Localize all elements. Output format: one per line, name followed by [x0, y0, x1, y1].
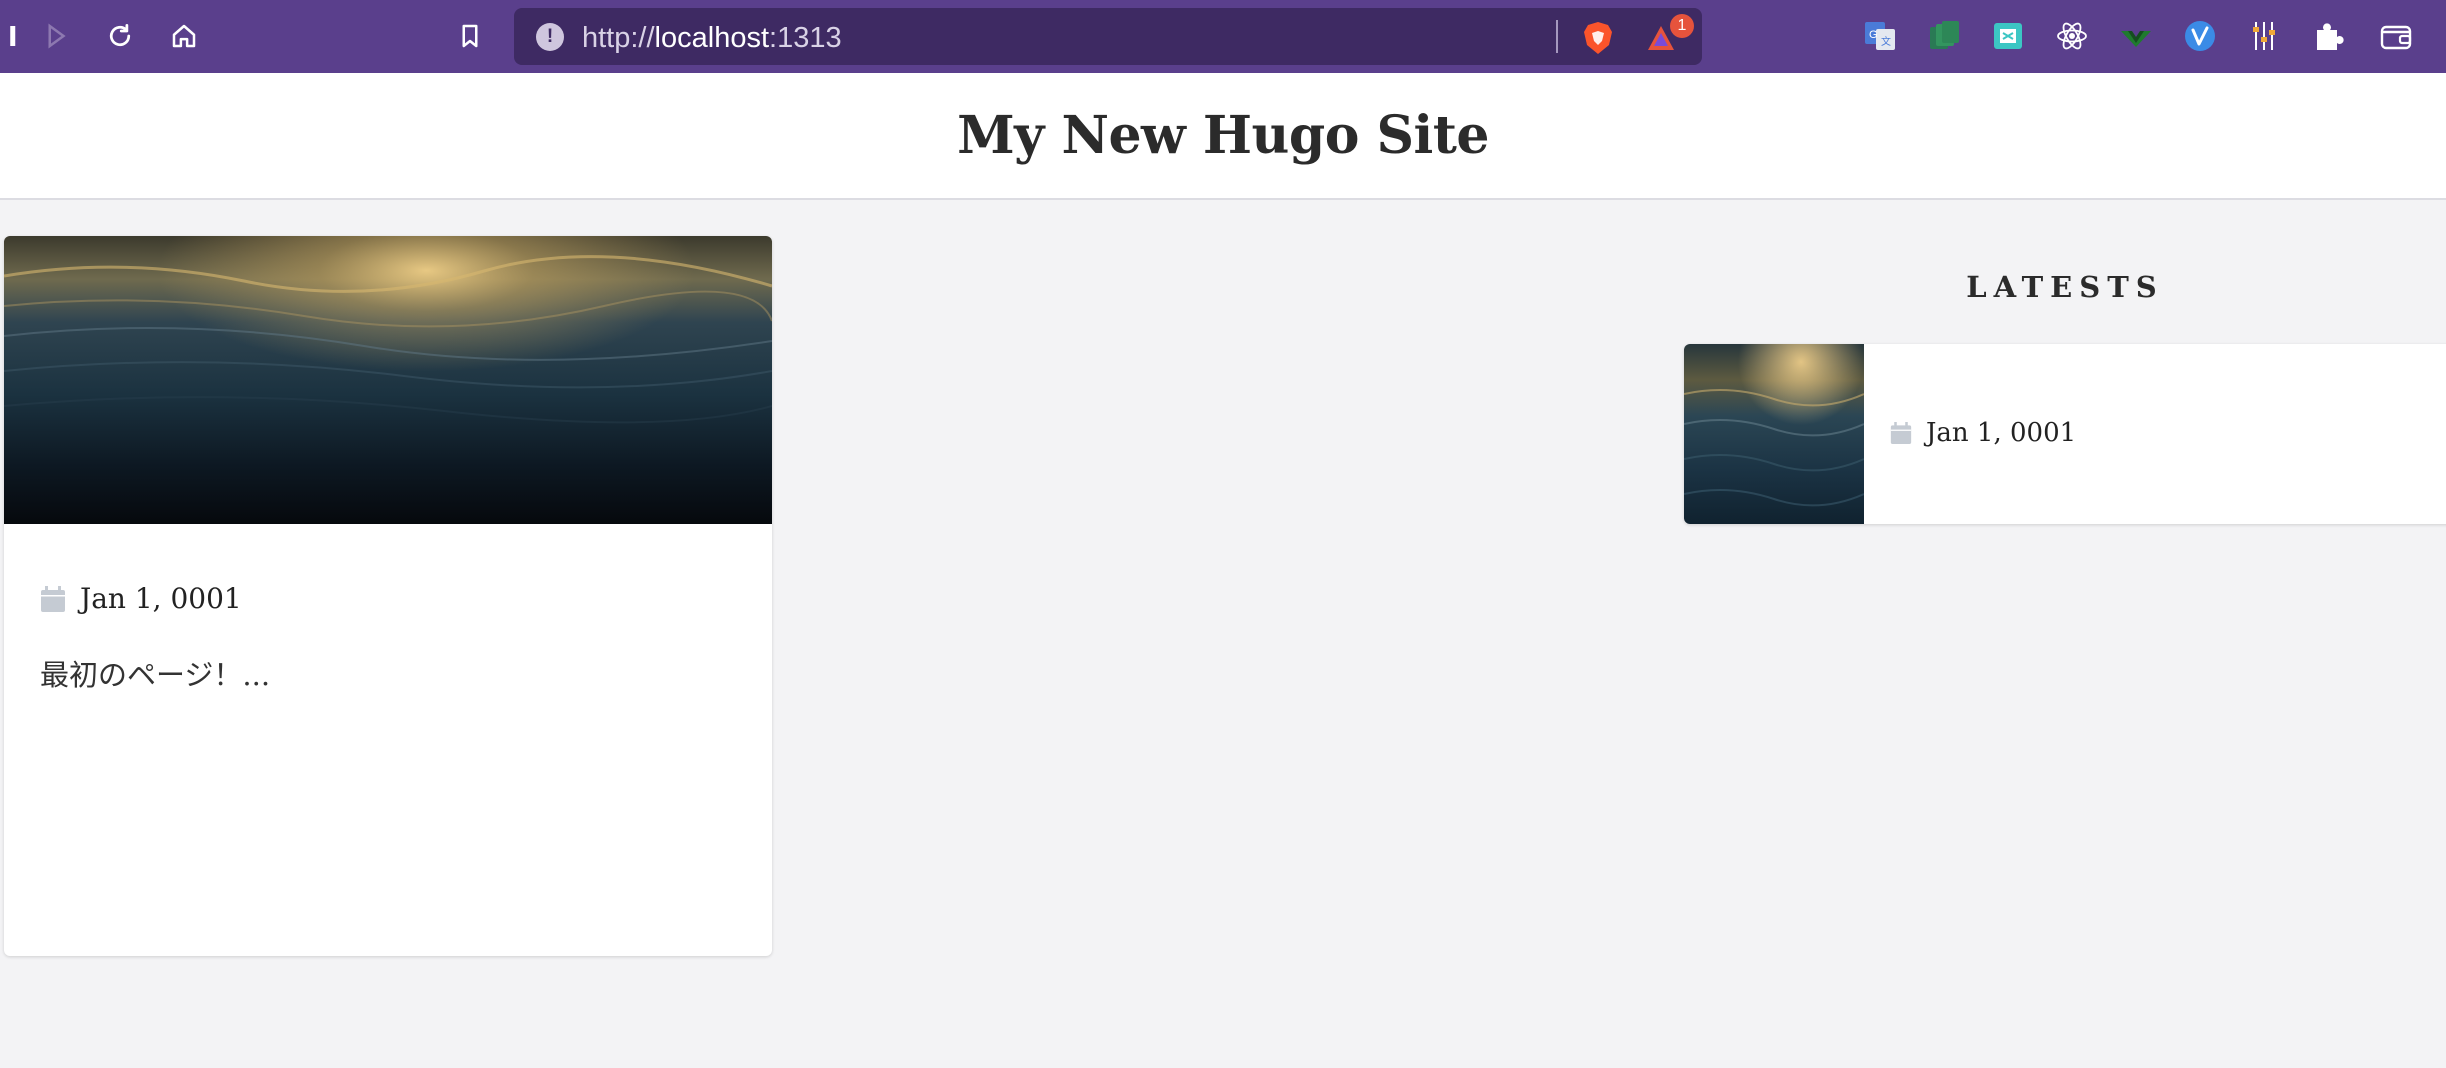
extensions-button[interactable]: [2310, 18, 2346, 54]
puzzle-icon: [2317, 23, 2344, 50]
browser-toolbar: ! http://localhost:1313 1 G文: [0, 0, 2446, 73]
calendar-icon: [41, 585, 65, 612]
screen-capture-extension[interactable]: [1990, 18, 2026, 54]
mixer-icon: [2253, 22, 2275, 50]
bookmark-icon: [462, 24, 478, 48]
calendar-icon: [1890, 422, 1912, 444]
url-divider: [1556, 20, 1558, 53]
post-meta: Jan 1, 0001: [40, 582, 242, 615]
url-text[interactable]: http://localhost:1313: [582, 22, 842, 55]
url-scheme: http://: [582, 22, 655, 54]
bookmark-button[interactable]: [446, 12, 494, 60]
reload-button[interactable]: [96, 12, 144, 60]
wallet-icon: [2380, 25, 2412, 50]
address-bar[interactable]: ! http://localhost:1313 1: [514, 8, 1702, 65]
google-translate-extension[interactable]: G文: [1862, 18, 1898, 54]
vimium-extension[interactable]: [2182, 18, 2218, 54]
rewards-badge: 1: [1670, 14, 1694, 38]
post-cover-image[interactable]: [4, 236, 772, 524]
forward-icon: [48, 23, 66, 49]
vimium-icon: [2185, 21, 2215, 51]
latest-post-date: Jan 1, 0001: [1926, 418, 2077, 448]
home-button[interactable]: [160, 12, 208, 60]
screen-capture-icon: [1994, 23, 2022, 49]
site-info-icon[interactable]: !: [536, 23, 564, 51]
stacks-icon: [1930, 21, 1959, 49]
wallet-button[interactable]: [2378, 18, 2414, 54]
site-title-link[interactable]: My New Hugo Site: [957, 105, 1489, 166]
back-icon: [10, 26, 16, 46]
latest-post-item[interactable]: Jan 1, 0001: [1684, 344, 2446, 524]
url-port: :1313: [769, 22, 842, 54]
post-date: Jan 1, 0001: [80, 582, 242, 615]
vue-devtools-icon: [2121, 31, 2151, 47]
url-host: localhost: [654, 22, 770, 54]
post-summary: 最初のページ！...: [40, 658, 271, 692]
reload-icon: [109, 24, 131, 47]
svg-text:G: G: [1869, 29, 1878, 41]
back-button[interactable]: [0, 12, 28, 60]
home-icon: [172, 24, 196, 48]
latest-post-thumbnail[interactable]: [1684, 344, 1864, 524]
brave-shields-icon[interactable]: [1582, 21, 1614, 55]
google-translate-icon: G文: [1865, 22, 1895, 50]
svg-text:文: 文: [1881, 35, 1891, 48]
stacks-extension[interactable]: [1926, 18, 1962, 54]
react-devtools-extension[interactable]: [2054, 18, 2090, 54]
forward-button[interactable]: [32, 12, 80, 60]
site-header: My New Hugo Site: [0, 73, 2446, 200]
react-devtools-icon: [2057, 22, 2087, 50]
latest-post-meta: Jan 1, 0001: [1890, 418, 2076, 448]
post-card[interactable]: Jan 1, 0001 最初のページ！...: [4, 236, 772, 956]
mixer-extension[interactable]: [2246, 18, 2282, 54]
vue-devtools-extension[interactable]: [2118, 18, 2154, 54]
sidebar-heading: LATESTS: [1966, 270, 2164, 304]
